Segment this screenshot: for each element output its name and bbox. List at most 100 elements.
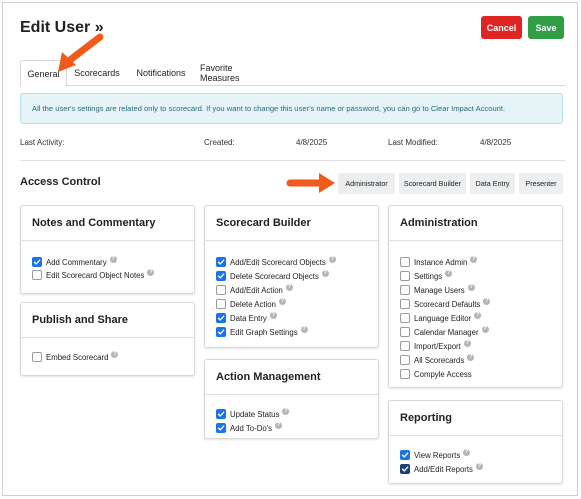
help-icon[interactable]: ? [269,311,277,319]
permission-delete-scorecard-objects[interactable]: Delete Scorecard Objects? [216,269,329,282]
checkbox[interactable] [216,409,226,419]
created-label: Created: [204,138,235,147]
help-icon[interactable]: ? [475,462,483,470]
role-presenter-button[interactable]: Presenter [519,173,563,194]
checkbox[interactable] [400,355,410,365]
scorecard-builder-card: Scorecard Builder Add/Edit Scorecard Obj… [204,205,379,348]
annotation-arrow-icon [58,33,104,72]
card-title: Administration [389,206,562,241]
checkbox[interactable] [400,313,410,323]
divider [20,160,565,161]
permission-add-edit-scorecard-objects[interactable]: Add/Edit Scorecard Objects? [216,255,336,268]
help-icon[interactable]: ? [321,269,329,277]
help-icon[interactable]: ? [467,283,475,291]
help-icon[interactable]: ? [278,297,286,305]
checkbox[interactable] [216,257,226,267]
tab-notifications[interactable]: Notifications [132,60,190,86]
checkbox[interactable] [216,423,226,433]
annotation-arrow-icon [286,173,335,193]
checkbox[interactable] [400,285,410,295]
permission-view-reports[interactable]: View Reports? [400,448,471,461]
card-title: Notes and Commentary [21,206,194,241]
notes-commentary-card: Notes and Commentary Add Commentary? Edi… [20,205,195,294]
help-icon[interactable]: ? [300,325,308,333]
administration-card: Administration Instance Admin? Settings?… [388,205,563,388]
help-icon[interactable]: ? [467,353,475,361]
checkbox[interactable] [216,327,226,337]
permission-embed-scorecard[interactable]: Embed Scorecard? [32,350,119,363]
role-scorecard-builder-button[interactable]: Scorecard Builder [399,173,466,194]
help-icon[interactable]: ? [481,325,489,333]
permission-manage-users[interactable]: Manage Users? [400,283,475,296]
help-icon[interactable]: ? [463,339,471,347]
checkbox[interactable] [400,341,410,351]
info-banner: All the user's settings are related only… [20,93,563,124]
permission-scorecard-defaults[interactable]: Scorecard Defaults? [400,297,491,310]
checkmark-icon [217,315,225,321]
tab-favorite-measures[interactable]: Favorite Measures [200,60,274,86]
checkbox[interactable] [400,369,410,379]
checkbox[interactable] [216,299,226,309]
checkbox[interactable] [400,271,410,281]
checkbox[interactable] [216,313,226,323]
checkbox[interactable] [400,299,410,309]
permission-add-edit-action[interactable]: Add/Edit Action? [216,283,293,296]
last-modified-label: Last Modified: [388,138,438,147]
permission-calendar-manager[interactable]: Calendar Manager? [400,325,489,338]
checkbox[interactable] [400,450,410,460]
permission-edit-graph-settings[interactable]: Edit Graph Settings? [216,325,308,338]
permission-add-to-dos[interactable]: Add To-Do's? [216,421,283,434]
card-title: Publish and Share [21,303,194,338]
card-title: Action Management [205,360,378,395]
help-icon[interactable]: ? [328,255,336,263]
checkmark-icon [33,259,41,265]
checkmark-icon [401,466,409,472]
reporting-card: Reporting View Reports? Add/Edit Reports… [388,400,563,484]
permission-instance-admin[interactable]: Instance Admin? [400,255,478,268]
created-value: 4/8/2025 [296,138,328,147]
role-administrator-button[interactable]: Administrator [338,173,395,194]
permission-compyle-access[interactable]: Compyle Access [400,368,472,380]
help-icon[interactable]: ? [445,269,453,277]
card-title: Reporting [389,401,562,436]
checkbox[interactable] [32,257,42,267]
help-icon[interactable]: ? [470,255,478,263]
permission-language-editor[interactable]: Language Editor? [400,311,482,324]
card-title: Scorecard Builder [205,206,378,241]
checkbox[interactable] [400,257,410,267]
checkmark-icon [217,329,225,335]
help-icon[interactable]: ? [474,311,482,319]
checkmark-icon [217,273,225,279]
role-data-entry-button[interactable]: Data Entry [470,173,515,194]
checkbox[interactable] [216,285,226,295]
permission-data-entry[interactable]: Data Entry? [216,311,277,324]
permission-update-status[interactable]: Update Status? [216,407,290,420]
help-icon[interactable]: ? [275,421,283,429]
checkbox[interactable] [400,327,410,337]
permission-all-scorecards[interactable]: All Scorecards? [400,353,475,366]
help-icon[interactable]: ? [147,268,155,276]
save-button[interactable]: Save [528,16,564,39]
permission-add-commentary[interactable]: Add Commentary? [32,255,117,268]
help-icon[interactable]: ? [282,407,290,415]
checkmark-icon [217,259,225,265]
help-icon[interactable]: ? [111,350,119,358]
permission-settings[interactable]: Settings? [400,269,453,282]
checkmark-icon [217,411,225,417]
help-icon[interactable]: ? [483,297,491,305]
help-icon[interactable]: ? [109,255,117,263]
checkmark-icon [401,452,409,458]
permission-delete-action[interactable]: Delete Action? [216,297,286,310]
checkbox[interactable] [216,271,226,281]
checkbox[interactable] [32,352,42,362]
checkbox[interactable] [32,270,42,280]
checkbox[interactable] [400,464,410,474]
help-icon[interactable]: ? [285,283,293,291]
checkmark-icon [217,425,225,431]
permission-add-edit-reports[interactable]: Add/Edit Reports? [400,462,483,475]
permission-import-export[interactable]: Import/Export? [400,339,471,352]
cancel-button[interactable]: Cancel [481,16,522,39]
permission-edit-scorecard-object-notes[interactable]: Edit Scorecard Object Notes? [32,268,155,281]
help-icon[interactable]: ? [463,448,471,456]
last-modified-value: 4/8/2025 [480,138,512,147]
